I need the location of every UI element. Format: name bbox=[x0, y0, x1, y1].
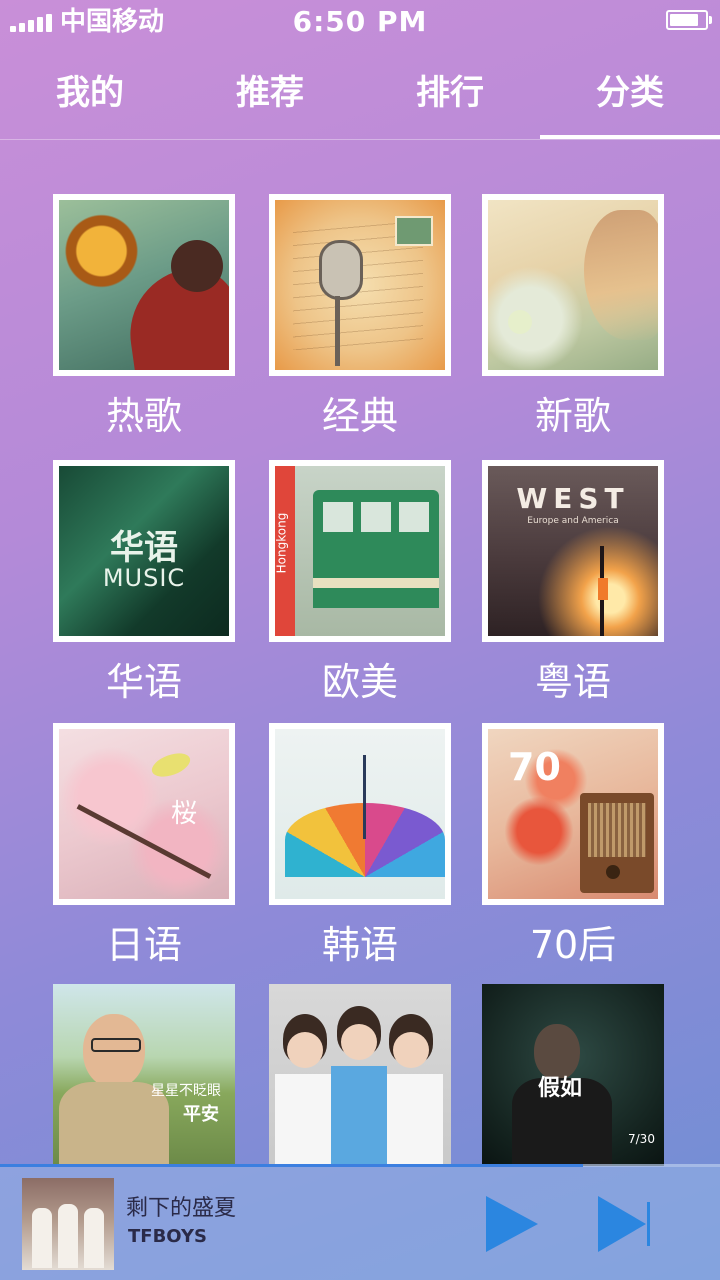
play-button[interactable] bbox=[484, 1194, 540, 1254]
category-label: 粤语 bbox=[534, 660, 611, 704]
playback-progress-fill bbox=[0, 1164, 584, 1167]
cover-title: WEST bbox=[516, 482, 630, 515]
cover-title: 星星不眨眼 bbox=[151, 1083, 221, 1099]
cover-subtitle: Europe and America bbox=[527, 516, 619, 526]
category-cover: WEST Europe and America bbox=[482, 460, 664, 642]
tab-mine[interactable]: 我的 bbox=[0, 48, 180, 138]
status-bar: 中国移动 6:50 PM bbox=[0, 0, 720, 44]
category-cover bbox=[482, 194, 664, 376]
category-new-songs[interactable]: 新歌 bbox=[482, 194, 664, 436]
category-cover: 华语 MUSIC bbox=[53, 460, 235, 642]
cover-subtitle: MUSIC bbox=[102, 564, 186, 592]
next-button[interactable] bbox=[596, 1194, 656, 1254]
cover-subtitle: 平安 bbox=[183, 1104, 219, 1125]
category-japanese[interactable]: 桜 日语 bbox=[53, 723, 235, 965]
active-tab-indicator bbox=[540, 135, 720, 139]
category-label: 华语 bbox=[105, 660, 182, 704]
cover-title: 华语 bbox=[110, 528, 178, 568]
cover-title: Hongkong bbox=[274, 512, 289, 574]
album-cover bbox=[269, 984, 451, 1166]
status-time: 6:50 PM bbox=[292, 5, 428, 38]
category-label: 热歌 bbox=[105, 394, 182, 438]
category-cover bbox=[53, 194, 235, 376]
category-label: 经典 bbox=[321, 394, 398, 438]
tab-bar: 我的 推荐 排行 分类 bbox=[0, 48, 720, 140]
now-playing-cover[interactable] bbox=[22, 1178, 114, 1270]
category-cover bbox=[269, 723, 451, 905]
cover-subtitle: 7/30 bbox=[628, 1132, 655, 1146]
skip-next-icon bbox=[598, 1196, 650, 1252]
category-cover bbox=[269, 194, 451, 376]
category-label: 70后 bbox=[529, 923, 617, 967]
cover-title: 70 bbox=[508, 745, 561, 789]
album-cover: 星星不眨眼 平安 bbox=[53, 984, 235, 1166]
category-classics[interactable]: 经典 bbox=[269, 194, 451, 436]
mini-player[interactable]: 剩下的盛夏 TFBOYS bbox=[0, 1164, 720, 1280]
category-label: 日语 bbox=[105, 923, 182, 967]
category-mandarin[interactable]: 华语 MUSIC 华语 bbox=[53, 460, 235, 702]
playback-progress-track[interactable] bbox=[0, 1164, 720, 1167]
cover-title: 桜 bbox=[171, 799, 198, 829]
tab-recommend[interactable]: 推荐 bbox=[180, 48, 360, 138]
tab-categories[interactable]: 分类 bbox=[540, 48, 720, 138]
cover-title: 假如 bbox=[538, 1076, 583, 1101]
category-korean[interactable]: 韩语 bbox=[269, 723, 451, 965]
album-cover: 假如 7/30 bbox=[482, 984, 664, 1166]
now-playing-title: 剩下的盛夏 bbox=[126, 1196, 237, 1221]
category-cover: Hongkong bbox=[269, 460, 451, 642]
category-cantonese[interactable]: WEST Europe and America 粤语 bbox=[482, 460, 664, 702]
battery-level bbox=[670, 14, 699, 26]
category-label: 欧美 bbox=[321, 660, 398, 704]
album-card[interactable]: 假如 7/30 bbox=[482, 984, 664, 1166]
category-label: 新歌 bbox=[534, 394, 611, 438]
album-card[interactable]: 星星不眨眼 平安 bbox=[53, 984, 235, 1166]
category-label: 韩语 bbox=[321, 923, 398, 967]
category-hot-songs[interactable]: 热歌 bbox=[53, 194, 235, 436]
tab-charts[interactable]: 排行 bbox=[360, 48, 540, 138]
battery-icon bbox=[666, 10, 712, 30]
now-playing-artist: TFBOYS bbox=[128, 1226, 207, 1247]
category-70s[interactable]: 70 70后 bbox=[482, 723, 664, 965]
category-cover: 70 bbox=[482, 723, 664, 905]
play-icon bbox=[486, 1196, 538, 1252]
category-cover: 桜 bbox=[53, 723, 235, 905]
album-card[interactable] bbox=[269, 984, 451, 1166]
category-western[interactable]: Hongkong 欧美 bbox=[269, 460, 451, 702]
